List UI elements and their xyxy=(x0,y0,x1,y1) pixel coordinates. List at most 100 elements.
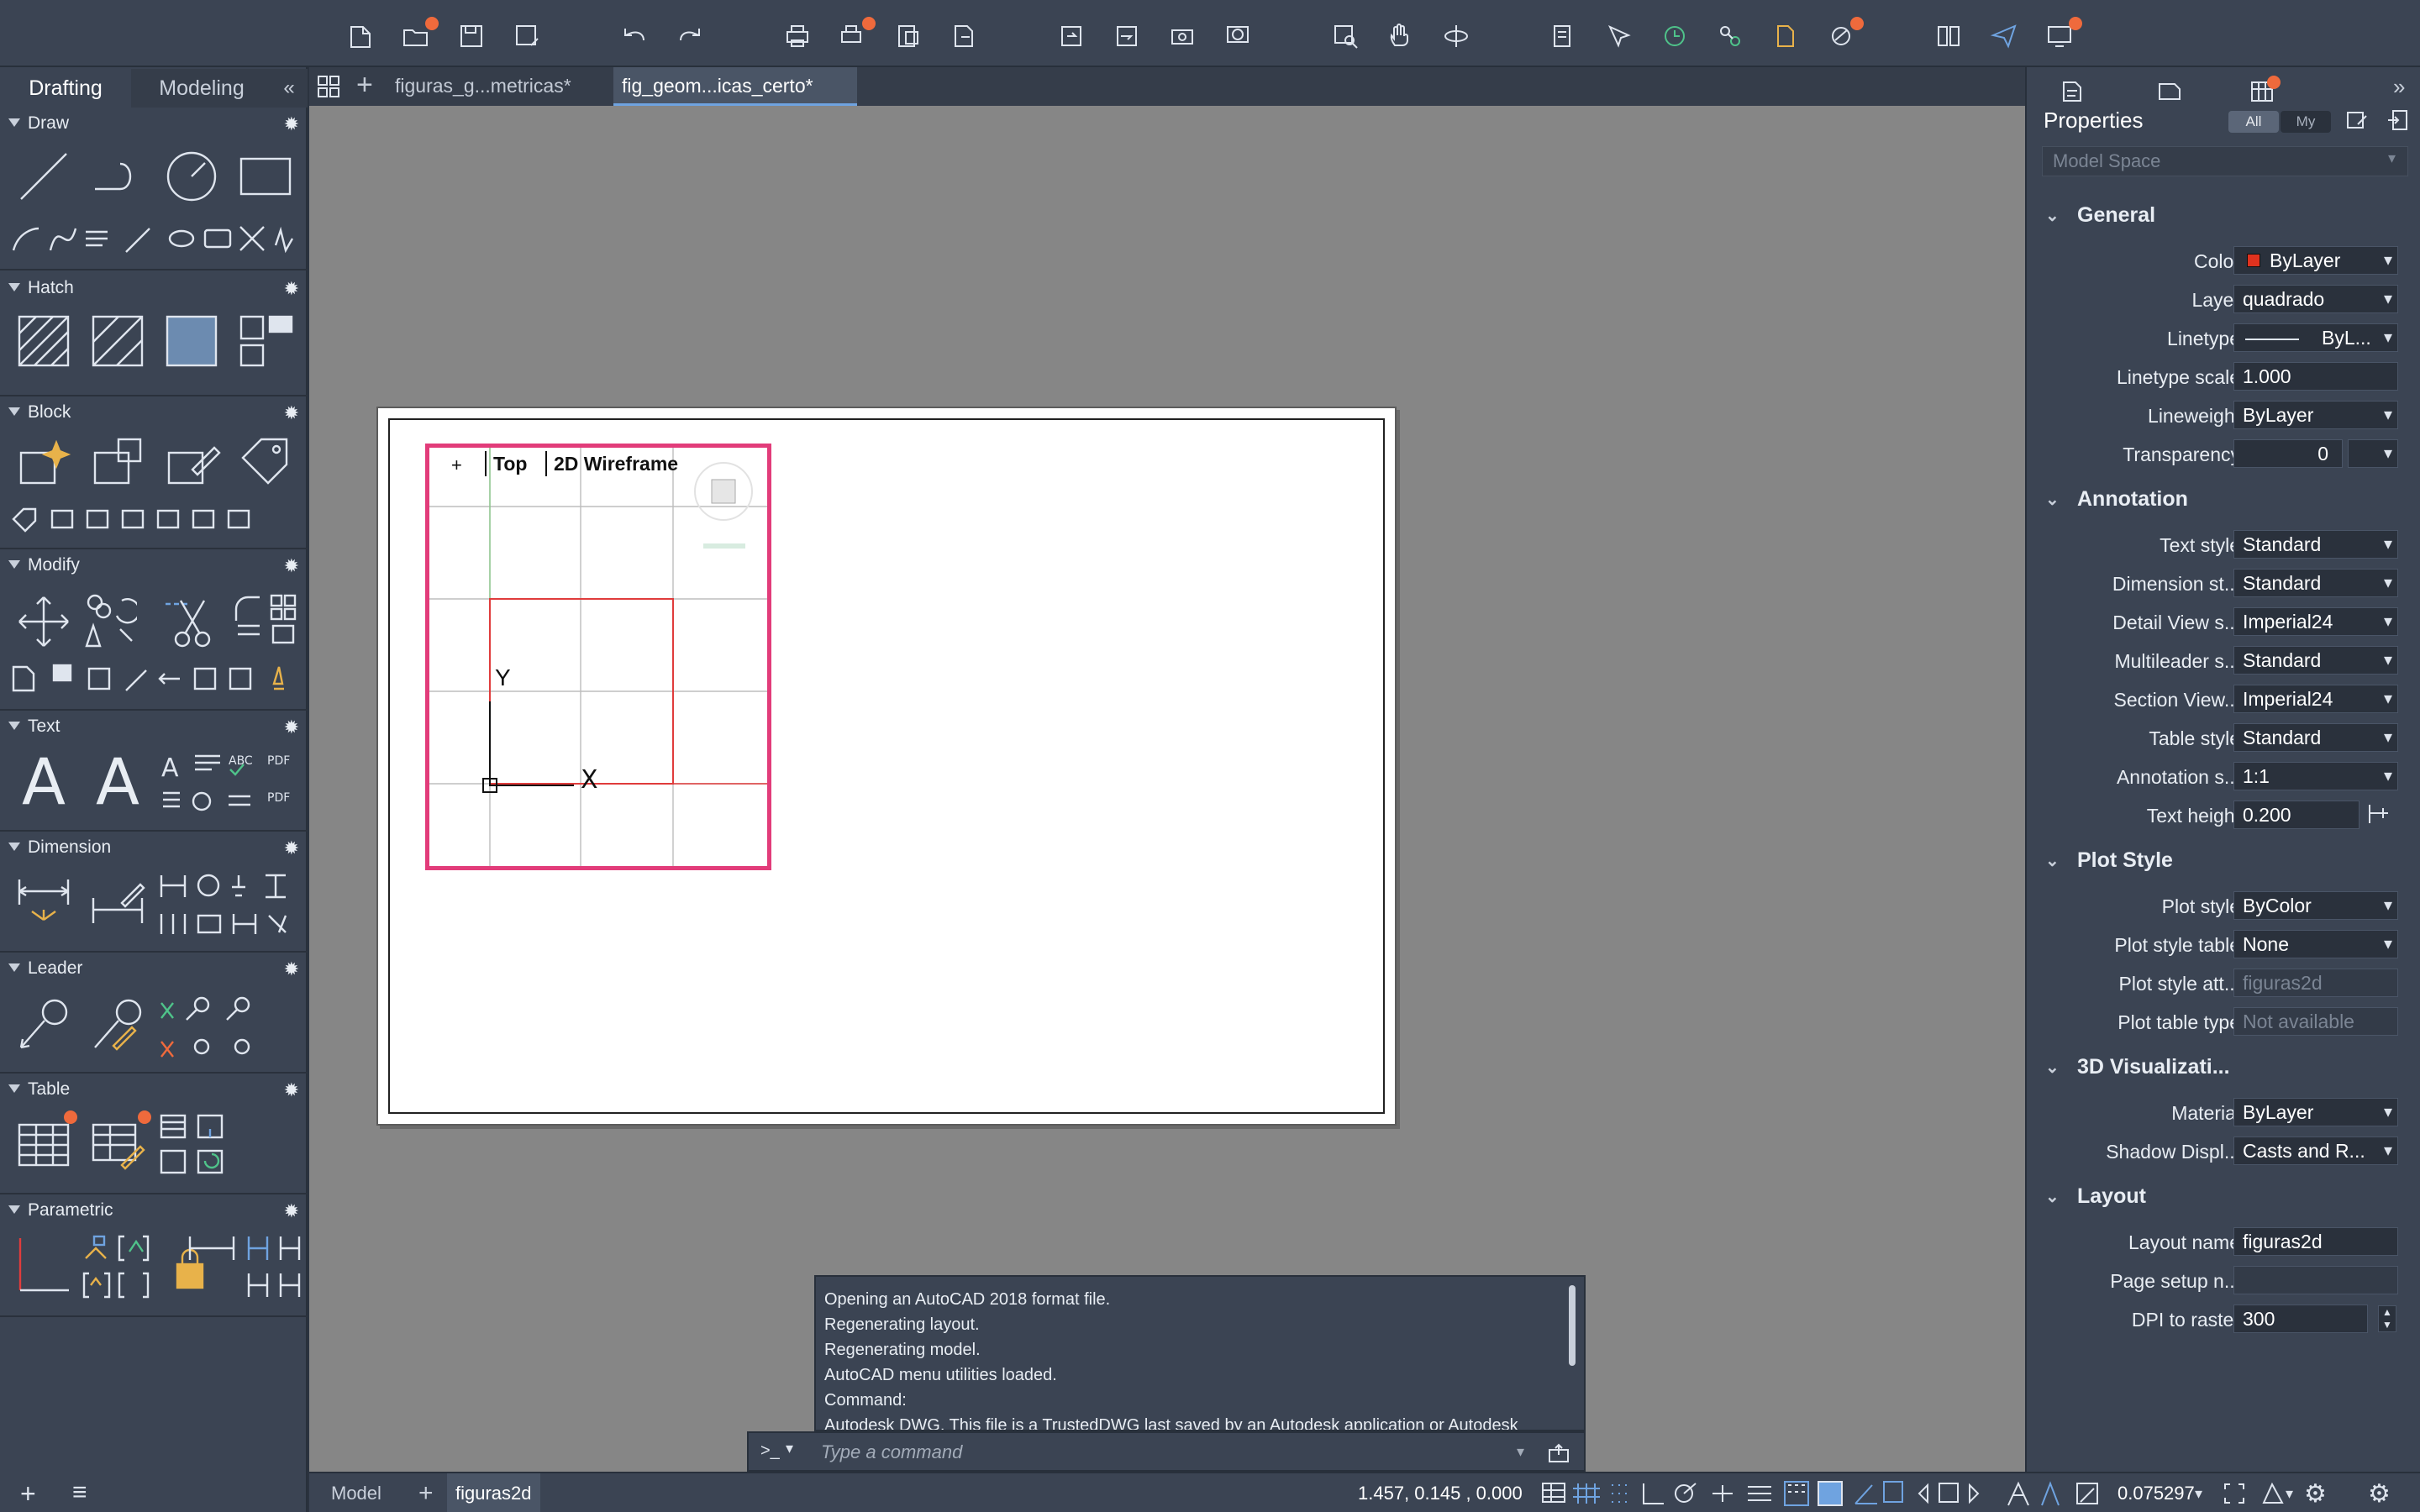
gear-icon[interactable]: ✹ xyxy=(284,113,299,135)
match-properties-icon[interactable] xyxy=(1603,20,1635,52)
section-leader[interactable]: Leader ✹ xyxy=(0,954,308,984)
undo-icon[interactable] xyxy=(618,20,650,52)
collapse-palette-icon[interactable]: « xyxy=(271,69,308,108)
send-icon[interactable] xyxy=(1988,20,2020,52)
layer-select[interactable]: quadrado xyxy=(2233,285,2398,313)
section-table[interactable]: Table ✹ xyxy=(0,1075,308,1105)
object-type-select[interactable]: Model Space xyxy=(2042,146,2408,176)
layout-name-input[interactable]: figuras2d xyxy=(2233,1227,2398,1256)
zoom-scale-readout[interactable]: 0.075297 xyxy=(2118,1473,2195,1512)
grid-view-icon[interactable] xyxy=(316,74,341,99)
detail-view-select[interactable]: Imperial24 xyxy=(2233,607,2398,636)
plot-style-select[interactable]: ByColor xyxy=(2233,891,2398,920)
dpi-input[interactable]: 300 xyxy=(2233,1305,2368,1333)
insert-block-icon[interactable] xyxy=(10,428,77,496)
gear-icon[interactable]: ✹ xyxy=(284,958,299,980)
visual-style-label[interactable]: 2D Wireframe xyxy=(554,453,678,475)
layout-tab[interactable]: figuras2d xyxy=(447,1473,540,1512)
save-as-icon[interactable] xyxy=(511,20,543,52)
chevron-down-icon[interactable]: ▾ xyxy=(2286,1473,2293,1512)
text-height-input[interactable]: 0.200 xyxy=(2233,801,2360,829)
rectangle-tool-icon[interactable] xyxy=(232,143,299,210)
section-view-select[interactable]: Imperial24 xyxy=(2233,685,2398,713)
section-text[interactable]: Text ✹ xyxy=(0,712,308,743)
gear-icon[interactable]: ✹ xyxy=(284,555,299,577)
share-icon[interactable] xyxy=(1166,20,1198,52)
render-icon[interactable] xyxy=(1825,17,1864,52)
properties-tab-icon[interactable] xyxy=(2057,76,2087,106)
text-style-select[interactable]: Standard xyxy=(2233,530,2398,559)
group-general[interactable]: ⌄ General xyxy=(2025,198,2420,232)
attach-icon[interactable] xyxy=(1714,20,1746,52)
circle-tool-icon[interactable] xyxy=(158,143,225,210)
multileader-icon[interactable] xyxy=(10,991,77,1058)
text-small-tools[interactable]: A ABC PDF PDF xyxy=(156,746,299,818)
tab-drafting[interactable]: Drafting xyxy=(0,69,131,108)
region-tool-icon[interactable] xyxy=(232,307,299,375)
plot-icon[interactable] xyxy=(781,20,813,52)
chevron-down-icon[interactable]: ▾ xyxy=(786,1440,793,1457)
block-small-tools[interactable] xyxy=(8,502,294,536)
hatch-tool-icon[interactable] xyxy=(10,307,77,375)
model-tab[interactable]: Model xyxy=(331,1473,381,1512)
add-palette-button[interactable]: + xyxy=(20,1478,36,1509)
copy-rotate-icons[interactable] xyxy=(81,588,139,655)
dpi-stepper[interactable]: ▲ ▼ xyxy=(2378,1305,2396,1332)
gear-icon[interactable]: ✹ xyxy=(284,1079,299,1101)
material-select[interactable]: ByLayer xyxy=(2233,1098,2398,1126)
annotation-tools[interactable] xyxy=(2005,1473,2123,1512)
gear-icon[interactable]: ✹ xyxy=(284,717,299,738)
fillet-array-icons[interactable] xyxy=(229,588,304,655)
tab-modeling[interactable]: Modeling xyxy=(134,69,269,108)
section-hatch[interactable]: Hatch ✹ xyxy=(0,274,308,304)
dimension-style-select[interactable]: Standard xyxy=(2233,569,2398,597)
section-modify[interactable]: Modify ✹ xyxy=(0,551,308,581)
quick-select-icon[interactable] xyxy=(2344,108,2370,133)
move-tool-icon[interactable] xyxy=(10,588,77,655)
command-input[interactable]: Type a command xyxy=(821,1441,962,1463)
layer-properties-icon[interactable] xyxy=(1548,20,1580,52)
export-icon[interactable] xyxy=(1111,20,1143,52)
draw-small-tools[interactable] xyxy=(8,220,294,257)
section-dimension[interactable]: Dimension ✹ xyxy=(0,833,308,864)
batch-plot-icon[interactable] xyxy=(837,17,876,52)
attribute-icon[interactable] xyxy=(232,428,299,496)
constraint-small-tools[interactable] xyxy=(81,1231,153,1302)
page-setup-icon[interactable] xyxy=(892,20,924,52)
file-tab-2[interactable]: fig_geom...icas_certo* xyxy=(613,67,857,106)
shadow-display-select[interactable]: Casts and R... xyxy=(2233,1137,2398,1165)
text-edit-icon[interactable]: A xyxy=(84,744,151,819)
share-icon[interactable] xyxy=(1547,1441,1570,1465)
pick-point-icon[interactable] xyxy=(2366,801,2391,827)
gear-icon[interactable]: ✹ xyxy=(284,278,299,300)
multileader-select[interactable]: Standard xyxy=(2233,646,2398,675)
fullscreen-icon[interactable] xyxy=(2222,1473,2247,1512)
screen-icon[interactable] xyxy=(2044,17,2082,52)
file-tab-1[interactable]: figuras_g...metricas* xyxy=(387,67,592,106)
plot-style-table-select[interactable]: None xyxy=(2233,930,2398,958)
new-file-icon[interactable] xyxy=(345,20,376,52)
pan-icon[interactable] xyxy=(1385,20,1417,52)
multiline-text-icon[interactable]: A xyxy=(10,744,77,819)
palette-menu-icon[interactable]: ≡ xyxy=(72,1478,87,1507)
linetype-select[interactable]: ByL... xyxy=(2233,323,2398,352)
dimension-small-tools[interactable] xyxy=(156,869,299,939)
dimension-edit-icon[interactable] xyxy=(84,869,151,936)
publish-icon[interactable] xyxy=(948,20,980,52)
orbit-icon[interactable] xyxy=(1440,20,1472,52)
history-scrollbar[interactable] xyxy=(1569,1285,1576,1366)
viewport-menu-button[interactable]: + xyxy=(451,454,462,476)
chevron-down-icon[interactable]: ▾ xyxy=(1517,1443,1524,1461)
table-edit-icon[interactable] xyxy=(84,1110,151,1178)
group-3d-visualization[interactable]: ⌄ 3D Visualizati... xyxy=(2025,1050,2420,1084)
gear-icon[interactable]: ✹ xyxy=(284,837,299,859)
save-icon[interactable] xyxy=(455,20,487,52)
gear-icon[interactable]: ✹ xyxy=(284,402,299,424)
customize-icon[interactable]: ⚙ xyxy=(2368,1473,2391,1512)
gear-icon[interactable]: ⚙ xyxy=(2304,1473,2327,1512)
chevron-down-icon[interactable]: ▾ xyxy=(2195,1473,2202,1512)
expand-panel-icon[interactable]: » xyxy=(2393,74,2405,100)
sheet-set-icon[interactable] xyxy=(1770,20,1802,52)
line-tool-icon[interactable] xyxy=(10,143,77,210)
select-objects-icon[interactable] xyxy=(2385,108,2410,133)
